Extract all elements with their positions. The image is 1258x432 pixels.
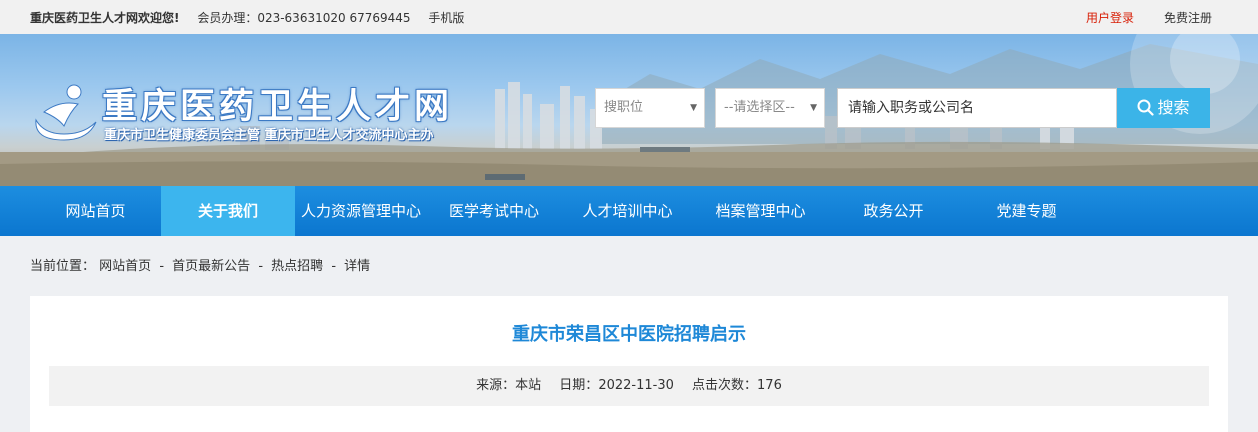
search-button[interactable]: 搜索 xyxy=(1117,88,1210,128)
nav-item-about[interactable]: 关于我们 xyxy=(161,186,295,236)
breadcrumb-item-detail: 详情 xyxy=(344,259,371,274)
article-card: 重庆市荣昌区中医院招聘启示 来源：本站 日期：2022-11-30 点击次数：1… xyxy=(30,296,1228,432)
nav-item-home[interactable]: 网站首页 xyxy=(30,186,161,236)
nav-item-archives[interactable]: 档案管理中心 xyxy=(694,186,827,236)
site-logo-subtitle: 重庆市卫生健康委员会主管 重庆市卫生人才交流中心主办 xyxy=(104,128,434,143)
article-date: 日期：2022-11-30 xyxy=(559,378,674,393)
nav-item-party-building[interactable]: 党建专题 xyxy=(960,186,1093,236)
breadcrumb-prefix: 当前位置： xyxy=(30,259,96,274)
article-source-label: 来源： xyxy=(476,378,516,393)
nav-item-medical-exam[interactable]: 医学考试中心 xyxy=(427,186,561,236)
breadcrumb-item-home[interactable]: 网站首页 xyxy=(99,259,151,274)
member-hotline: 会员办理：023-63631020 67769445 xyxy=(197,11,411,25)
nav-item-training[interactable]: 人才培训中心 xyxy=(561,186,694,236)
breadcrumb-separator: - xyxy=(331,259,337,274)
article-clicks-value: 176 xyxy=(757,378,782,393)
breadcrumb: 当前位置： 网站首页 - 首页最新公告 - 热点招聘 - 详情 xyxy=(30,255,370,274)
header-banner: 重庆医药卫生人才网 重庆市卫生健康委员会主管 重庆市卫生人才交流中心主办 搜职位… xyxy=(0,34,1258,186)
chevron-down-icon: ▼ xyxy=(690,103,697,113)
site-logo-title: 重庆医药卫生人才网 xyxy=(102,87,454,127)
welcome-text: 重庆医药卫生人才网欢迎您! xyxy=(30,11,180,25)
user-login-link[interactable]: 用户登录 xyxy=(1086,9,1134,26)
article-clicks: 点击次数：176 xyxy=(692,378,782,393)
article-title: 重庆市荣昌区中医院招聘启示 xyxy=(512,324,746,345)
area-select[interactable]: --请选择区-- ▼ xyxy=(715,88,825,128)
top-bar-left: 重庆医药卫生人才网欢迎您! 会员办理：023-63631020 67769445… xyxy=(30,9,478,26)
breadcrumb-separator: - xyxy=(258,259,264,274)
keyword-search-input[interactable]: 请输入职务或公司名 xyxy=(837,88,1117,128)
breadcrumb-separator: - xyxy=(159,259,165,274)
mobile-version-link[interactable]: 手机版 xyxy=(428,11,464,25)
breadcrumb-item-hot-jobs[interactable]: 热点招聘 xyxy=(271,259,323,274)
article-date-label: 日期： xyxy=(559,378,599,393)
main-nav: 网站首页 关于我们 人力资源管理中心 医学考试中心 人才培训中心 档案管理中心 … xyxy=(0,186,1258,236)
search-icon xyxy=(1137,99,1155,116)
nav-item-government-affairs[interactable]: 政务公开 xyxy=(827,186,960,236)
article-meta: 来源：本站 日期：2022-11-30 点击次数：176 xyxy=(49,366,1209,406)
article-clicks-label: 点击次数： xyxy=(692,378,758,393)
article-date-value: 2022-11-30 xyxy=(598,378,674,393)
site-logo[interactable]: 重庆医药卫生人才网 重庆市卫生健康委员会主管 重庆市卫生人才交流中心主办 xyxy=(30,78,500,178)
area-select-value: --请选择区-- xyxy=(724,100,795,115)
article-source-value: 本站 xyxy=(515,378,542,393)
position-select[interactable]: 搜职位 ▼ xyxy=(595,88,705,128)
free-register-link[interactable]: 免费注册 xyxy=(1164,9,1212,26)
nav-item-hr-center[interactable]: 人力资源管理中心 xyxy=(295,186,427,236)
article-source: 来源：本站 xyxy=(476,378,541,393)
position-select-value: 搜职位 xyxy=(604,100,644,115)
search-button-label: 搜索 xyxy=(1157,98,1190,117)
runner-logo-icon xyxy=(35,84,97,141)
chevron-down-icon: ▼ xyxy=(810,103,817,113)
breadcrumb-item-announcements[interactable]: 首页最新公告 xyxy=(172,259,250,274)
top-bar: 重庆医药卫生人才网欢迎您! 会员办理：023-63631020 67769445… xyxy=(0,0,1258,34)
